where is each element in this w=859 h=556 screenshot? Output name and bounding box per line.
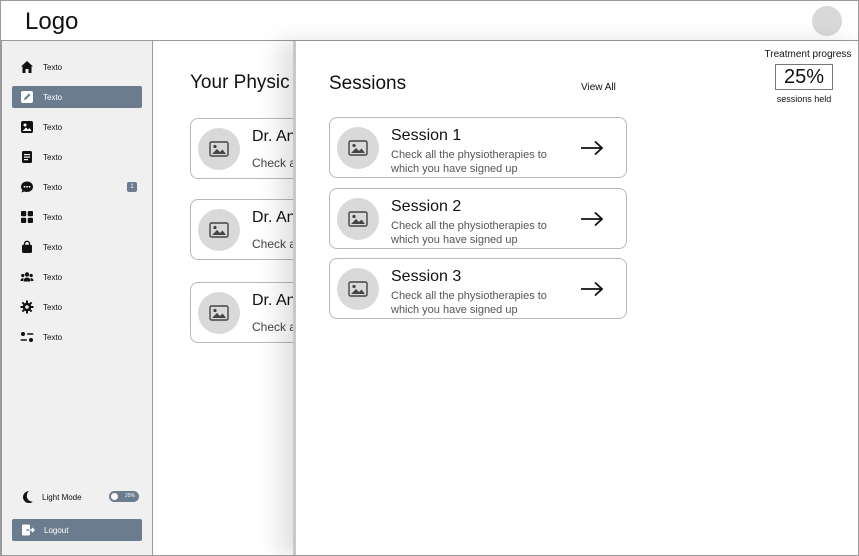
- image-placeholder-icon: [198, 292, 240, 334]
- chat-icon: [20, 180, 34, 194]
- arrow-right-icon[interactable]: [580, 209, 604, 229]
- toggle-knob: [111, 493, 118, 500]
- moon-icon: [20, 490, 34, 504]
- toggle-text: 25%: [124, 493, 135, 499]
- users-icon: [20, 270, 34, 284]
- logout-button[interactable]: Logout: [12, 519, 142, 541]
- app-window: Logo Texto Texto Texto Texto Texto 1 Tex…: [0, 0, 859, 556]
- physio-name: Dr. An: [252, 292, 296, 309]
- edit-icon: [20, 90, 34, 104]
- physio-card[interactable]: Dr. An Check a: [190, 199, 310, 260]
- gear-icon: [20, 300, 34, 314]
- sidebar-item-settings[interactable]: Texto: [12, 296, 142, 318]
- sidebar-item-label: Texto: [43, 242, 63, 252]
- home-icon: [20, 60, 34, 74]
- sidebar-item-label: Texto: [43, 302, 63, 312]
- sidebar-item-document[interactable]: Texto: [12, 146, 142, 168]
- session-card[interactable]: Session 3 Check all the physiotherapies …: [329, 258, 627, 319]
- session-description: Check all the physiotherapies to which y…: [391, 290, 547, 316]
- progress-heading: Treatment progress: [764, 49, 852, 60]
- sidebar-item-label: Texto: [43, 152, 63, 162]
- logout-icon: [21, 523, 35, 537]
- sidebar-item-users[interactable]: Texto: [12, 266, 142, 288]
- physio-name: Dr. An: [252, 209, 296, 226]
- sidebar-item-grid[interactable]: Texto: [12, 206, 142, 228]
- bag-icon: [20, 240, 34, 254]
- sidebar-item-sliders[interactable]: Texto: [12, 326, 142, 348]
- sidebar-item-label: Texto: [43, 332, 63, 342]
- image-placeholder-icon: [337, 198, 379, 240]
- sidebar-item-image[interactable]: Texto: [12, 116, 142, 138]
- document-icon: [20, 150, 34, 164]
- panel-title: Sessions: [329, 73, 407, 94]
- sidebar-item-bag[interactable]: Texto: [12, 236, 142, 258]
- theme-mode-row: Light Mode 25%: [20, 489, 142, 505]
- sidebar-item-label: Texto: [43, 212, 63, 222]
- sidebar-item-edit[interactable]: Texto: [12, 86, 142, 108]
- arrow-right-icon[interactable]: [580, 138, 604, 158]
- page-title: Your Physic: [190, 72, 290, 93]
- logout-label: Logout: [44, 525, 69, 535]
- session-title: Session 2: [391, 198, 462, 215]
- physio-subtitle: Check a: [252, 156, 297, 170]
- logo[interactable]: Logo: [25, 8, 78, 36]
- top-bar: Logo: [1, 1, 858, 41]
- physio-subtitle: Check a: [252, 320, 297, 334]
- notification-badge: 1: [127, 182, 137, 192]
- session-description: Check all the physiotherapies to which y…: [391, 220, 547, 246]
- theme-toggle[interactable]: 25%: [109, 491, 139, 502]
- sidebar-item-chat[interactable]: Texto 1: [12, 176, 142, 198]
- physio-card[interactable]: Dr. An Check a: [190, 282, 310, 343]
- image-placeholder-icon: [198, 128, 240, 170]
- theme-mode-label: Light Mode: [42, 492, 82, 502]
- session-title: Session 3: [391, 268, 462, 285]
- image-icon: [20, 120, 34, 134]
- physio-name: Dr. An: [252, 128, 296, 145]
- physio-subtitle: Check a: [252, 237, 297, 251]
- session-title: Session 1: [391, 127, 462, 144]
- sidebar: Texto Texto Texto Texto Texto 1 Texto Te…: [1, 41, 153, 555]
- image-placeholder-icon: [198, 209, 240, 251]
- sidebar-item-label: Texto: [43, 62, 63, 72]
- image-placeholder-icon: [337, 127, 379, 169]
- image-placeholder-icon: [337, 268, 379, 310]
- sidebar-item-home[interactable]: Texto: [12, 56, 142, 78]
- sliders-icon: [20, 330, 34, 344]
- grid-icon: [20, 210, 34, 224]
- sessions-panel: Sessions View All Session 1 Check all th…: [293, 41, 858, 555]
- session-card[interactable]: Session 2 Check all the physiotherapies …: [329, 188, 627, 249]
- user-avatar[interactable]: [812, 6, 842, 36]
- progress-caption: sessions held: [776, 94, 832, 104]
- sidebar-item-label: Texto: [43, 122, 63, 132]
- view-all-link[interactable]: View All: [581, 82, 616, 93]
- physio-card[interactable]: Dr. An Check a: [190, 118, 310, 179]
- session-card[interactable]: Session 1 Check all the physiotherapies …: [329, 117, 627, 178]
- progress-value: 25%: [775, 64, 833, 90]
- arrow-right-icon[interactable]: [580, 279, 604, 299]
- session-description: Check all the physiotherapies to which y…: [391, 149, 547, 175]
- sidebar-item-label: Texto: [43, 92, 63, 102]
- sidebar-item-label: Texto: [43, 272, 63, 282]
- sidebar-item-label: Texto: [43, 182, 63, 192]
